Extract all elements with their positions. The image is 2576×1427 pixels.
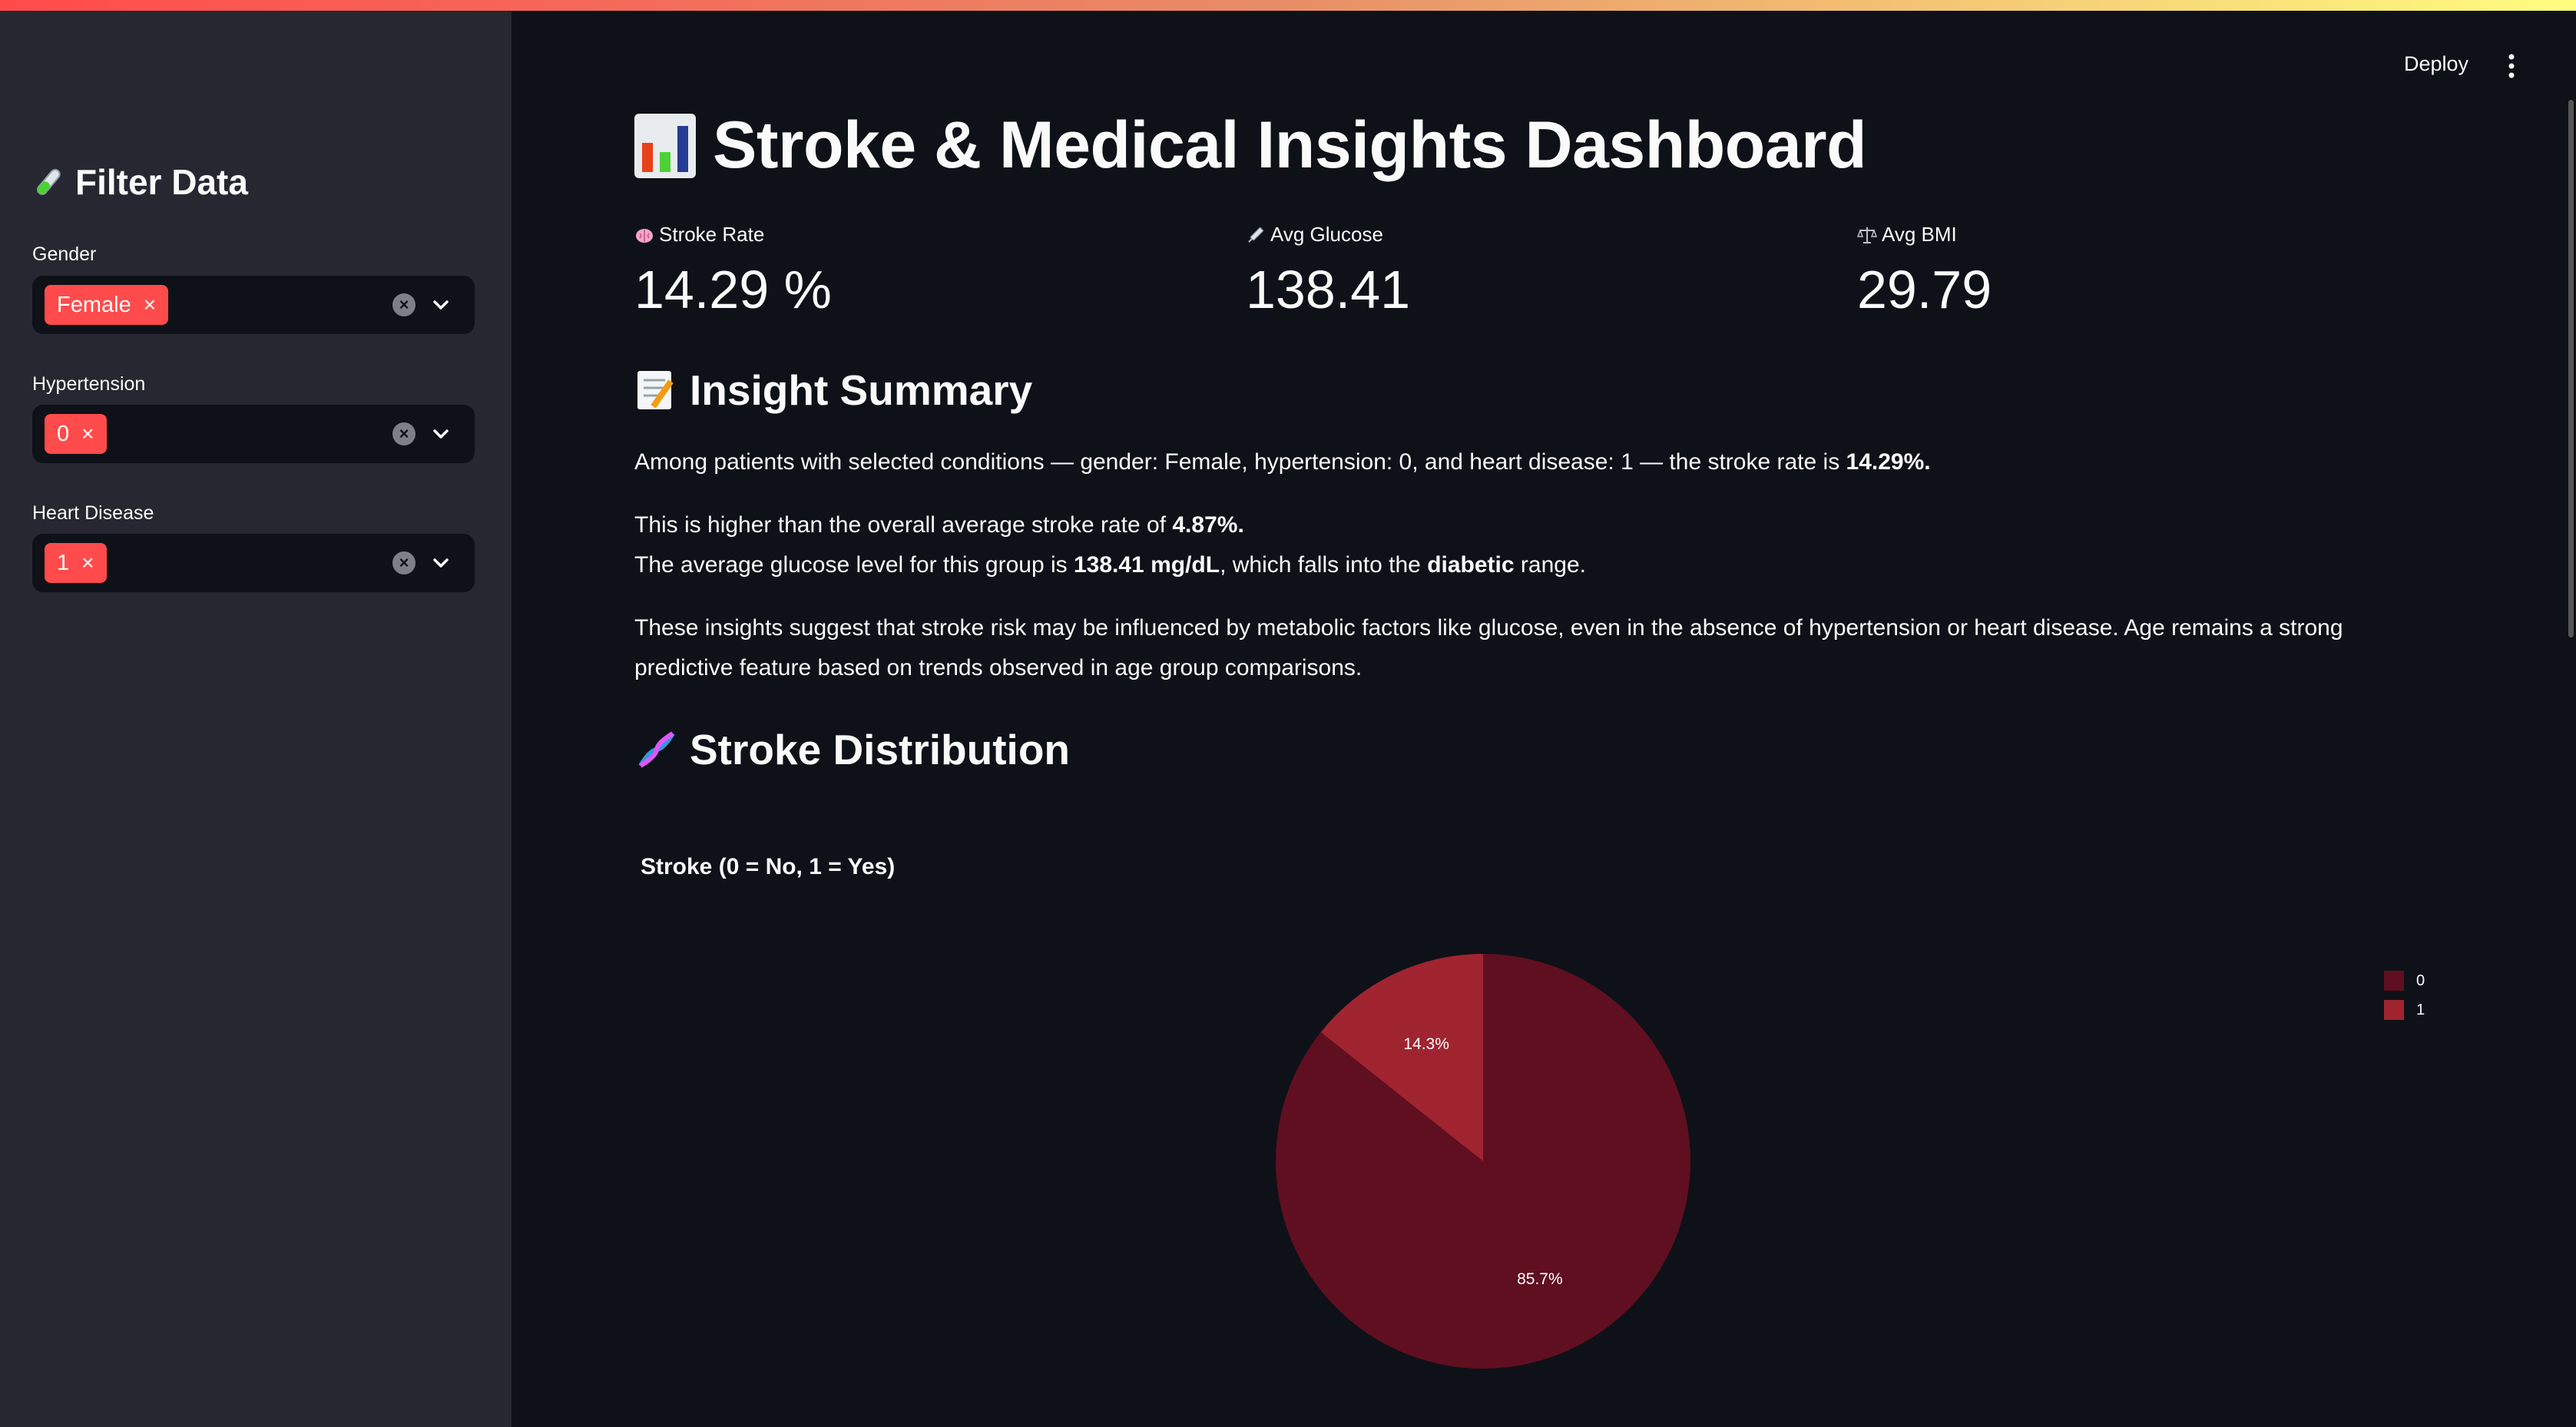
pie-chart: 85.7% 14.3% bbox=[1275, 954, 1690, 1369]
pie-slice-label: 14.3% bbox=[1403, 1035, 1449, 1053]
legend-swatch bbox=[2384, 971, 2404, 991]
legend-label: 1 bbox=[2416, 1001, 2425, 1018]
legend-item-1[interactable]: 1 bbox=[2384, 995, 2425, 1025]
legend-swatch bbox=[2384, 1000, 2404, 1020]
legend-label: 0 bbox=[2416, 972, 2425, 989]
pie-slice-label: 85.7% bbox=[1517, 1270, 1563, 1288]
legend-item-0[interactable]: 0 bbox=[2384, 966, 2425, 995]
chart-legend: 01 bbox=[2384, 966, 2425, 1025]
